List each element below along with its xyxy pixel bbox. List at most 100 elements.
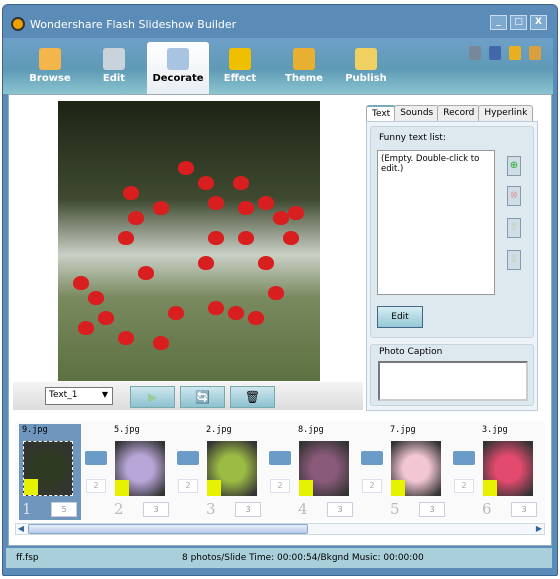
slide-duration[interactable]: 3 <box>511 502 537 517</box>
poppy-flower <box>128 211 144 225</box>
tools-icon <box>103 48 125 70</box>
slide-index: 3 <box>206 500 216 518</box>
save-icon[interactable] <box>489 46 501 60</box>
transition-icon[interactable] <box>361 451 383 465</box>
poppy-flower <box>208 196 224 210</box>
publish-icon <box>355 48 377 70</box>
transition-duration[interactable]: 2 <box>362 479 382 493</box>
text-select[interactable]: Text_1 ▼ <box>45 387 113 405</box>
chevron-down-icon: ▼ <box>101 390 108 399</box>
slide-duration[interactable]: 3 <box>143 502 169 517</box>
window-title: Wondershare Flash Slideshow Builder <box>30 17 237 31</box>
slide-thumbnail <box>391 441 441 496</box>
tab-sounds[interactable]: Sounds <box>394 105 440 121</box>
list-placeholder: (Empty. Double-click to edit.) <box>381 154 480 174</box>
photo-caption-input[interactable] <box>378 361 528 401</box>
content-area: Text_1 ▼ ▶ 🔄 🗑 Text Sounds Record Hyperli… <box>8 94 552 546</box>
poppy-flower <box>88 291 104 305</box>
film-icon <box>229 48 251 70</box>
transition-duration[interactable]: 2 <box>454 479 474 493</box>
slide-thumbnail <box>207 441 257 496</box>
poppy-flower <box>233 176 249 190</box>
tab-publish[interactable]: Publish <box>335 42 397 94</box>
filmstrip-scrollbar[interactable]: ◀ ▶ <box>15 523 545 535</box>
slide-duration[interactable]: 5 <box>51 502 77 517</box>
arrow-up-icon: ⇧ <box>509 222 519 233</box>
transition-icon[interactable] <box>85 451 107 465</box>
decorate-mark-icon <box>24 479 38 495</box>
tab-browse[interactable]: Browse <box>19 42 81 94</box>
transition-icon[interactable] <box>177 451 199 465</box>
slide-item[interactable]: 9.jpg 1 5 <box>19 424 81 520</box>
decorate-mark-icon <box>299 480 313 496</box>
remove-text-button[interactable]: ⊗ <box>507 186 521 206</box>
scroll-left-icon[interactable]: ◀ <box>16 524 26 534</box>
user-icon[interactable] <box>529 46 541 60</box>
slide-duration[interactable]: 3 <box>327 502 353 517</box>
poppy-flower <box>228 306 244 320</box>
slide-item[interactable]: 5.jpg 2 3 <box>111 424 173 520</box>
decorate-mark-icon <box>115 480 129 496</box>
slide-item[interactable]: 2.jpg 3 3 <box>203 424 265 520</box>
preview-photo <box>58 101 320 381</box>
transition-duration[interactable]: 2 <box>270 479 290 493</box>
recycle-icon[interactable] <box>469 46 481 60</box>
tab-label: Decorate <box>152 73 204 84</box>
minimize-button[interactable]: _ <box>490 15 507 30</box>
key-icon[interactable] <box>509 46 521 60</box>
play-button[interactable]: ▶ <box>130 386 175 408</box>
add-effect-icon: 🔄 <box>195 390 210 404</box>
tab-decorate[interactable]: Decorate <box>147 42 209 96</box>
tab-theme[interactable]: Theme <box>273 42 335 94</box>
transition-icon[interactable] <box>269 451 291 465</box>
slide-thumbnail <box>23 441 73 496</box>
poppy-flower <box>248 311 264 325</box>
poppy-flower <box>283 231 299 245</box>
slide-thumbnail <box>483 441 533 496</box>
tab-label: Publish <box>345 73 387 84</box>
tab-record[interactable]: Record <box>437 105 481 121</box>
text-select-value: Text_1 <box>49 390 78 400</box>
status-file: ff.fsp <box>16 553 39 563</box>
slide-item[interactable]: 7.jpg 5 3 <box>387 424 449 520</box>
poppy-flower <box>73 276 89 290</box>
transition-icon[interactable] <box>453 451 475 465</box>
slide-item[interactable]: 3.jpg 6 3 <box>479 424 541 520</box>
tab-text[interactable]: Text <box>366 105 397 121</box>
poppy-flower <box>198 256 214 270</box>
theme-icon <box>293 48 315 70</box>
scrollbar-thumb[interactable] <box>28 524 308 534</box>
slide-filename: 5.jpg <box>114 425 140 435</box>
scroll-right-icon[interactable]: ▶ <box>534 524 544 534</box>
slide-duration[interactable]: 3 <box>419 502 445 517</box>
main-toolbar: Browse Edit Decorate Effect Theme Publish <box>3 38 553 96</box>
tab-effect[interactable]: Effect <box>209 42 271 94</box>
move-up-button[interactable]: ⇧ <box>507 218 521 238</box>
slide-filename: 3.jpg <box>482 425 508 435</box>
add-effect-button[interactable]: 🔄 <box>180 386 225 408</box>
photo-caption-group: Photo Caption <box>370 344 534 406</box>
tab-label: Effect <box>223 73 257 84</box>
slide-thumbnail <box>115 441 165 496</box>
transition-duration[interactable]: 2 <box>178 479 198 493</box>
poppy-flower <box>238 201 254 215</box>
slide-item[interactable]: 8.jpg 4 3 <box>295 424 357 520</box>
funny-text-list[interactable]: (Empty. Double-click to edit.) <box>377 150 495 295</box>
delete-button[interactable]: 🗑 <box>230 386 275 408</box>
tab-hyperlink[interactable]: Hyperlink <box>478 105 534 121</box>
slide-duration[interactable]: 3 <box>235 502 261 517</box>
tab-edit[interactable]: Edit <box>83 42 145 94</box>
status-info: 8 photos/Slide Time: 00:00:54/Bkgnd Musi… <box>182 553 424 563</box>
funny-text-label: Funny text list: <box>379 133 446 143</box>
poppy-flower <box>208 301 224 315</box>
transition-duration[interactable]: 2 <box>86 479 106 493</box>
close-button[interactable]: X <box>530 15 547 30</box>
tab-label: Browse <box>29 73 71 84</box>
edit-button[interactable]: Edit <box>377 306 423 328</box>
add-text-button[interactable]: ⊕ <box>507 156 521 176</box>
maximize-button[interactable]: □ <box>510 15 527 30</box>
decorate-icon <box>167 48 189 70</box>
slide-filename: 9.jpg <box>22 425 48 435</box>
move-down-button[interactable]: ⇩ <box>507 250 521 270</box>
decorate-mark-icon <box>483 480 497 496</box>
